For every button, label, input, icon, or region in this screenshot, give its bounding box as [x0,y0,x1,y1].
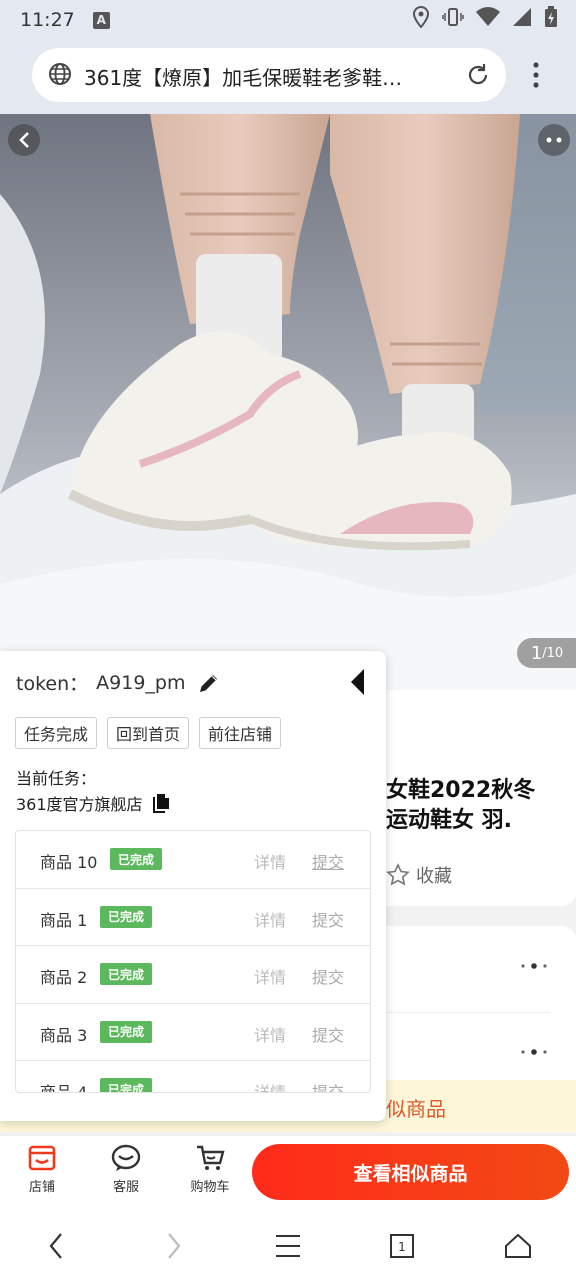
wifi-icon [476,7,500,27]
task-row: 商品 1 已完成 详情 提交 [16,889,370,946]
collapse-panel-icon[interactable] [348,667,366,697]
page-title-in-url[interactable]: 361度【燎原】加毛保暖鞋老爹鞋… [84,62,454,91]
cart-label: 购物车 [190,1180,230,1195]
cart-button[interactable]: 购物车 [178,1142,242,1202]
task-submit-link[interactable]: 提交 [312,964,344,988]
vibrate-icon [442,8,464,26]
battery-icon [545,6,557,27]
nav-back-button[interactable] [36,1228,76,1264]
task-row: 商品 2 已完成 详情 提交 [16,946,370,1004]
panel-button-row: 任务完成 回到首页 前往店铺 [15,717,282,749]
task-detail-link[interactable]: 详情 [254,1022,286,1046]
task-name: 商品 3 [40,1025,88,1045]
nav-home-button[interactable] [498,1228,538,1264]
service-icon [111,1144,141,1171]
task-detail-link[interactable]: 详情 [254,907,286,931]
chevron-left-icon [19,132,29,148]
back-arrow-icon [49,1233,62,1259]
product-title-line2: 运动鞋女 羽. [386,808,513,833]
menu-lines-icon [276,1235,300,1257]
task-name: 商品 4 [40,1083,88,1093]
status-badge: 已完成 [100,1078,153,1092]
pager-current: 1 [530,642,543,664]
current-task-row: 361度官方旗舰店 [16,791,171,815]
task-row: 商品 3 已完成 详情 提交 [16,1004,370,1061]
star-icon [386,863,410,886]
divider [386,1012,550,1013]
favorite-button[interactable]: 收藏 [386,862,452,888]
more-dots-icon [546,137,562,143]
task-detail-link[interactable]: 详情 [254,849,286,873]
nav-tabs-button[interactable]: 1 [382,1228,422,1264]
token-value: A919_pm [96,671,186,694]
favorite-label: 收藏 [416,866,452,887]
shop-button[interactable]: 店铺 [10,1142,74,1202]
product-title-line1: 女鞋2022秋冬 [386,778,536,803]
nav-forward-button[interactable] [154,1228,194,1264]
status-badge: 已完成 [110,848,163,870]
task-complete-button[interactable]: 任务完成 [15,717,98,749]
task-submit-link[interactable]: 提交 [312,1079,344,1092]
customer-service-button[interactable]: 客服 [94,1142,158,1202]
service-label: 客服 [112,1180,139,1195]
more-dots-icon[interactable] [520,1048,550,1056]
task-submit-link[interactable]: 提交 [312,1022,344,1046]
system-nav-bar: 1 [0,1210,576,1280]
token-row: token： A919_pm [16,669,221,696]
similar-products-text: 似商品 [386,1097,446,1121]
globe-icon [49,63,71,85]
go-to-store-button[interactable]: 前往店铺 [199,717,282,749]
shop-label: 店铺 [28,1180,55,1195]
product-photo [0,114,576,690]
edit-pencil-icon[interactable] [197,671,221,695]
image-pager: 1/10 [517,638,576,668]
status-bar: 11:27 A [0,0,576,40]
task-name: 商品 1 [40,910,88,930]
more-options-button[interactable] [538,124,570,156]
svg-text:1: 1 [398,1240,406,1254]
address-bar[interactable]: 361度【燎原】加毛保暖鞋老爹鞋… [32,48,506,102]
task-submit-link[interactable]: 提交 [312,849,344,873]
app-notification-icon: A [92,11,110,29]
status-badge: 已完成 [100,905,153,928]
forward-arrow-icon [168,1233,181,1259]
current-task-value: 361度官方旗舰店 [16,795,143,814]
task-detail-link[interactable]: 详情 [254,1079,286,1092]
token-label: token： [16,673,89,695]
product-title: 女鞋2022秋冬 运动鞋女 羽. [386,776,576,836]
more-dots-icon[interactable] [520,962,550,970]
tabs-count-icon: 1 [390,1234,414,1258]
task-row: 商品 4 已完成 详情 提交 [16,1061,370,1093]
nav-menu-button[interactable] [268,1228,308,1264]
status-icons [412,6,558,28]
status-time: 11:27 [20,9,75,31]
browser-toolbar: 361度【燎原】加毛保暖鞋老爹鞋… [0,40,576,114]
back-home-button[interactable]: 回到首页 [107,717,190,749]
bottom-action-bar: 店铺 客服 购物车 查看相似商品 [0,1135,576,1210]
copy-document-icon[interactable] [151,793,171,813]
location-icon [412,6,430,28]
task-row: 商品 10 已完成 详情 提交 [16,831,370,889]
task-name: 商品 2 [40,968,88,987]
task-panel: token： A919_pm 任务完成 回到首页 前往店铺 当前任务： 361度… [0,651,386,1121]
task-submit-link[interactable]: 提交 [312,907,344,931]
back-button[interactable] [8,124,40,156]
status-badge: 已完成 [100,963,153,985]
shop-icon [28,1145,56,1171]
task-list: 商品 10 已完成 详情 提交 商品 1 已完成 详情 提交 商品 2 已完成 … [15,830,371,1093]
signal-icon [513,8,531,26]
task-name: 商品 10 [40,853,98,872]
status-badge: 已完成 [100,1020,153,1043]
home-icon [505,1233,531,1258]
browser-menu-icon[interactable] [526,62,546,88]
reload-icon[interactable] [464,61,492,89]
cart-icon [197,1145,225,1170]
view-similar-button[interactable]: 查看相似商品 [252,1144,569,1200]
current-task-label: 当前任务： [16,769,97,788]
pager-total: /10 [542,645,564,661]
task-detail-link[interactable]: 详情 [254,964,286,988]
product-image[interactable]: 1/10 [0,114,576,690]
